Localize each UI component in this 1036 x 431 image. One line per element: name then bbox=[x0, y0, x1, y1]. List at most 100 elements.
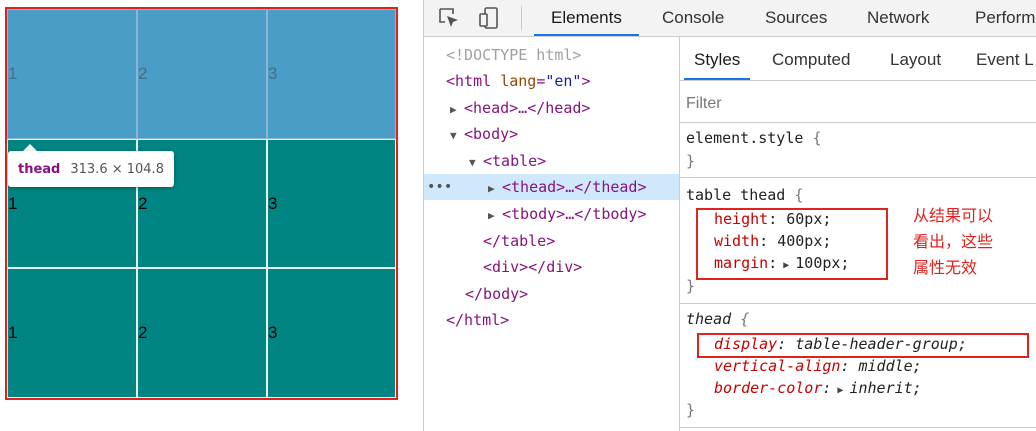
divider bbox=[680, 303, 1036, 304]
tab-network[interactable]: Network bbox=[867, 0, 929, 36]
devtools-panel: Elements Console Sources Network Perform… bbox=[423, 0, 1036, 431]
tree-node-thead[interactable]: ••• ▶ <thead>…</thead> bbox=[424, 174, 679, 200]
selector-text: element.style bbox=[686, 129, 804, 147]
cell-text: 3 bbox=[268, 64, 278, 83]
expand-arrow-icon[interactable]: ▶ bbox=[488, 176, 502, 202]
annotation-text: 从结果可以 看出，这些 属性无效 bbox=[913, 203, 993, 281]
open-brace: { bbox=[794, 186, 804, 204]
open-brace: { bbox=[740, 310, 750, 328]
tab-layout[interactable]: Layout bbox=[890, 37, 941, 80]
annotation-line: 看出，这些 bbox=[913, 232, 994, 251]
tree-node-doctype[interactable]: <!DOCTYPE html> bbox=[424, 42, 679, 68]
rule2-selector[interactable]: thead { bbox=[686, 308, 749, 330]
tab-sources[interactable]: Sources bbox=[765, 0, 827, 36]
divider bbox=[680, 122, 1036, 123]
tbody-cell: 1 bbox=[7, 268, 137, 398]
annotation-line: 从结果可以 bbox=[913, 206, 994, 225]
tbody-tag: <tbody>…</tbody> bbox=[502, 205, 647, 223]
toolbar-divider bbox=[521, 6, 522, 30]
styles-pane: Styles Computed Layout Event L element.s… bbox=[679, 37, 1036, 431]
close-brace: } bbox=[686, 152, 696, 170]
table-close-tag: </table> bbox=[483, 232, 556, 250]
table-open-tag: <table> bbox=[483, 152, 547, 170]
tab-styles[interactable]: Styles bbox=[684, 37, 751, 80]
html-close-tag: </html> bbox=[446, 311, 510, 329]
divider bbox=[680, 177, 1036, 178]
tooltip-tag: thead bbox=[18, 161, 61, 177]
tab-computed[interactable]: Computed bbox=[772, 37, 850, 80]
property-name: vertical-align bbox=[714, 357, 841, 375]
tbody-cell: 2 bbox=[137, 268, 267, 398]
more-options-icon[interactable]: ••• bbox=[427, 174, 452, 200]
tree-node-html-close[interactable]: </html> bbox=[424, 307, 679, 333]
expand-arrow-icon[interactable]: ▶ bbox=[450, 97, 464, 123]
div-tag: <div></div> bbox=[483, 258, 583, 276]
close-brace: } bbox=[686, 277, 696, 295]
tree-node-table-close[interactable]: </table> bbox=[424, 228, 679, 254]
elements-tree: <!DOCTYPE html> <html lang="en"> ▶ <head>… bbox=[424, 37, 679, 431]
tab-console[interactable]: Console bbox=[662, 0, 724, 36]
cell-text: 1 bbox=[8, 193, 18, 213]
demo-table: 1 2 3 1 2 3 1 2 3 bbox=[5, 7, 398, 400]
tbody-cell: 3 bbox=[267, 268, 396, 398]
cell-text: 2 bbox=[138, 193, 148, 213]
close-brace: } bbox=[686, 401, 696, 419]
annotation-line: 属性无效 bbox=[913, 258, 978, 277]
property-value: middle; bbox=[858, 357, 922, 375]
thead-cell: 1 bbox=[7, 9, 137, 139]
tooltip-dimensions: 313.6 × 104.8 bbox=[70, 161, 164, 177]
cell-text: 3 bbox=[268, 323, 278, 342]
collapse-arrow-icon[interactable]: ▼ bbox=[450, 123, 464, 149]
tab-performance[interactable]: Perform bbox=[975, 0, 1035, 36]
cell-text: 1 bbox=[8, 64, 18, 83]
html-open-tag: <html bbox=[446, 72, 492, 90]
rule1-close: } bbox=[686, 275, 695, 297]
html-close-bracket: > bbox=[581, 72, 591, 90]
html-attr-name: lang bbox=[500, 72, 537, 90]
device-toolbar-icon[interactable] bbox=[476, 5, 502, 31]
style-declaration[interactable]: border-color: ▶ inherit; bbox=[714, 377, 922, 399]
selector-text: thead bbox=[686, 310, 732, 328]
property-value: inherit; bbox=[849, 379, 922, 397]
rule1-selector[interactable]: table thead { bbox=[686, 184, 803, 206]
divider bbox=[680, 427, 1036, 428]
cell-text: 2 bbox=[138, 64, 148, 83]
body-open-tag: <body> bbox=[464, 125, 519, 143]
tab-elements[interactable]: Elements bbox=[534, 0, 639, 36]
highlight-box bbox=[696, 208, 888, 280]
doctype-text: <!DOCTYPE html> bbox=[446, 46, 582, 64]
html-attr-value: "en" bbox=[545, 72, 582, 90]
colon: : bbox=[840, 357, 850, 375]
element-style-selector[interactable]: element.style { bbox=[686, 127, 821, 149]
tree-node-tbody[interactable]: ▶ <tbody>…</tbody> bbox=[424, 201, 679, 227]
thead-cell: 3 bbox=[267, 9, 396, 139]
highlight-box bbox=[697, 333, 1029, 358]
devtools-toolbar: Elements Console Sources Network Perform bbox=[424, 0, 1036, 37]
tree-node-div[interactable]: <div></div> bbox=[424, 254, 679, 280]
page-viewport: 1 2 3 1 2 3 1 2 3 thead 313.6 × 104.8 bbox=[0, 0, 423, 431]
tree-node-body[interactable]: ▼ <body> bbox=[424, 121, 679, 147]
cell-text: 3 bbox=[268, 193, 278, 213]
inspect-element-icon[interactable] bbox=[436, 5, 462, 31]
open-brace: { bbox=[812, 129, 822, 147]
thead-cell: 2 bbox=[137, 9, 267, 139]
tree-node-body-close[interactable]: </body> bbox=[424, 281, 679, 307]
selector-text: table thead bbox=[686, 186, 786, 204]
expand-shorthand-icon[interactable]: ▶ bbox=[831, 385, 849, 396]
thead-tag: <thead>…</thead> bbox=[502, 178, 647, 196]
tbody-cell: 3 bbox=[267, 139, 396, 268]
property-name: border-color bbox=[714, 379, 823, 397]
collapse-arrow-icon[interactable]: ▼ bbox=[469, 150, 483, 176]
style-declaration[interactable]: vertical-align: middle; bbox=[714, 355, 922, 377]
tree-node-html[interactable]: <html lang="en"> bbox=[424, 68, 679, 94]
inspect-tooltip: thead 313.6 × 104.8 bbox=[8, 151, 174, 187]
head-tag: <head>…</head> bbox=[464, 99, 591, 117]
tree-node-head[interactable]: ▶ <head>…</head> bbox=[424, 95, 679, 121]
element-style-close: } bbox=[686, 150, 695, 172]
tree-node-table[interactable]: ▼ <table> bbox=[424, 148, 679, 174]
body-close-tag: </body> bbox=[465, 285, 529, 303]
expand-arrow-icon[interactable]: ▶ bbox=[488, 203, 502, 229]
styles-tabs: Styles Computed Layout Event L bbox=[680, 37, 1036, 81]
tab-event-listeners[interactable]: Event L bbox=[976, 37, 1034, 80]
styles-filter-input[interactable] bbox=[684, 89, 1036, 119]
